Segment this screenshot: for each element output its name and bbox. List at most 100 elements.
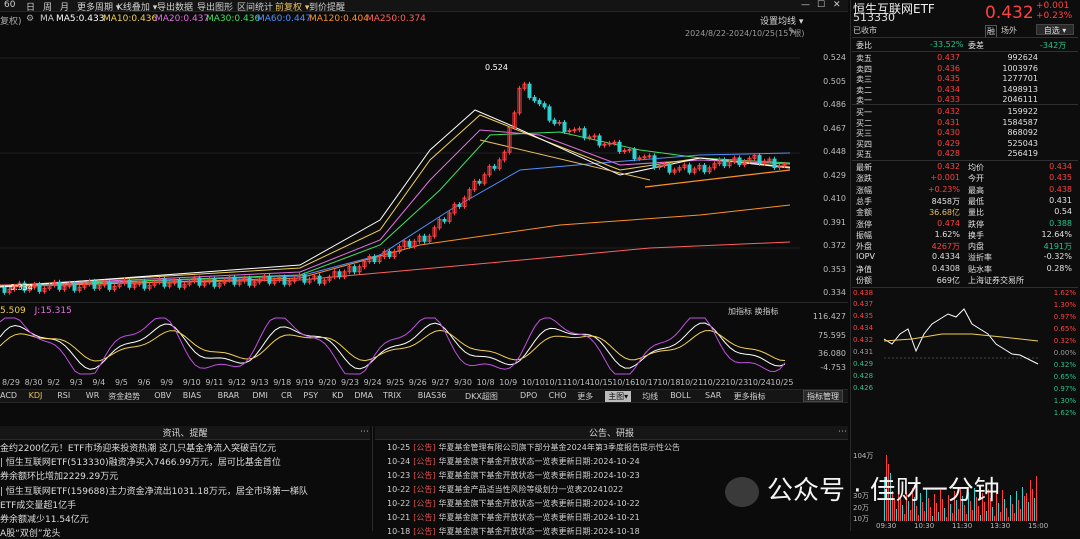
indicator-tab[interactable]: PSY [303, 391, 318, 400]
top-toolbar: 60 日 周 月 更多周期 ▾ K线叠加 ▾ 导出数据 导出图形 区间统计 前复… [0, 0, 848, 13]
bid-row[interactable]: 买二 0.431 1584587 [856, 118, 1076, 128]
intraday-price-tick: 0.434 [853, 324, 874, 332]
intraday-price-tick: 0.432 [853, 336, 874, 344]
announcement-item[interactable]: 10-21 [公告] 华夏基金旗下基金开放状态一览表更新日期:2024-10-21 [387, 512, 842, 523]
ask-row[interactable]: 卖三 0.435 1277701 [856, 74, 1076, 84]
export-data-button[interactable]: 导出数据 [157, 0, 193, 13]
announcement-item[interactable]: 10-18 [公告] 华夏基金旗下基金开放状态一览表更新日期:2024-10-18 [387, 526, 842, 537]
export-chart-button[interactable]: 导出图形 [197, 0, 233, 13]
bid-row[interactable]: 买五 0.428 256419 [856, 149, 1076, 159]
minimize-icon[interactable]: — [801, 0, 810, 10]
bid-row[interactable]: 买三 0.430 868092 [856, 128, 1076, 138]
news-item[interactable]: 券余额减少11.54亿元 [0, 512, 368, 525]
range-stats-button[interactable]: 区间统计 [237, 0, 273, 13]
gear-icon[interactable]: ⚙ [26, 14, 34, 24]
indicator-management-button[interactable]: 指标管理 [803, 390, 843, 402]
news-item[interactable]: 金约2200亿元！ETF市场迎来投资热潮 这几只基金净流入突破百亿元 [0, 441, 368, 454]
add-watchlist-button[interactable]: 自选 ▾ [1036, 24, 1074, 35]
more-periods-menu[interactable]: 更多周期 ▾ [77, 0, 120, 13]
candlestick-chart[interactable]: 0.524 0.334 [0, 40, 848, 300]
announcement-date: 10-24 [387, 457, 411, 466]
stat-row: 涨跌 +0.001 今开 0.435 [856, 173, 1076, 183]
maximize-icon[interactable]: ☐ [817, 0, 825, 10]
forward-adjust-menu[interactable]: 前复权 ▾ [275, 0, 309, 13]
stat-label: 份额 [856, 276, 872, 285]
price-alert-button[interactable]: 到价提醒 [309, 0, 345, 13]
indicator-tab[interactable]: SAR [705, 391, 721, 400]
period-60[interactable]: 60 [4, 0, 15, 10]
indicator-tab[interactable]: 更多指标 [734, 391, 766, 402]
news-more-icon[interactable]: ⋯ [360, 427, 369, 437]
news-title: 资讯、提醒 [162, 429, 208, 439]
indicator-tab[interactable]: OBV [154, 391, 171, 400]
indicator-tab[interactable]: DPO [520, 391, 537, 400]
indicator-tab[interactable]: 更多 [577, 391, 593, 402]
announcement-item[interactable]: 10-24 [公告] 华夏基金旗下基金开放状态一览表更新日期:2024-10-24 [387, 456, 842, 467]
news-item[interactable]: A股“双创”龙头 [0, 526, 368, 539]
date-tick: 9/25 [386, 378, 405, 387]
ask-row[interactable]: 卖五 0.437 992624 [856, 53, 1076, 63]
candle [267, 275, 272, 284]
stat-value: 0.474 [937, 218, 960, 228]
indicator-tab[interactable]: BIAS [183, 391, 201, 400]
indicator-tab[interactable]: BOLL [670, 391, 691, 400]
indicator-tab[interactable]: DMA [354, 391, 373, 400]
indicator-tab[interactable]: 均线 [642, 391, 658, 402]
ask-row[interactable]: 卖四 0.436 1003976 [856, 64, 1076, 74]
indicator-tab[interactable]: RSI [57, 391, 70, 400]
intraday-pct-tick: 0.97% [1053, 385, 1076, 393]
indicator-tab[interactable]: BRAR [218, 391, 240, 400]
volume-bar [972, 510, 973, 521]
stat-value: 0.431 [1049, 195, 1072, 205]
stat-label: 最高 [968, 185, 984, 195]
indicator-tab[interactable]: BIAS36 [418, 391, 447, 400]
indicator-tab[interactable]: 主图▾ [605, 391, 632, 402]
kdj-tick: 36.080 [818, 349, 846, 358]
book-volume: 525043 [1007, 138, 1038, 148]
candle [302, 274, 307, 283]
indicator-tab[interactable]: CR [281, 391, 292, 400]
close-icon[interactable]: ✕ [833, 0, 841, 10]
indicator-tab[interactable]: KD [332, 391, 343, 400]
volume-bar [910, 510, 911, 521]
indicator-tab[interactable]: 资金趋势 [108, 391, 140, 402]
indicator-tab[interactable]: CHO [549, 391, 567, 400]
book-label: 卖五 [856, 54, 872, 63]
indicator-tab[interactable]: DKX超图 [465, 391, 498, 402]
period-week[interactable]: 周 [43, 0, 52, 13]
indicator-tab[interactable]: TRIX [383, 391, 401, 400]
intraday-pct-tick: 0.32% [1053, 337, 1076, 345]
period-month[interactable]: 月 [60, 0, 69, 13]
bid-row[interactable]: 买一 0.432 159922 [856, 107, 1076, 117]
candle [757, 155, 762, 164]
candle [637, 157, 642, 160]
book-price: 0.433 [937, 95, 960, 104]
stat-value: 36.68亿 [929, 208, 960, 218]
candle [602, 143, 607, 146]
indicator-tab[interactable]: WR [86, 391, 99, 400]
news-item[interactable]: | 恒生互联网ETF(513330)融资净买入7466.99万元，居可比基金首位 [0, 455, 368, 468]
candle [537, 100, 542, 105]
pin-icon[interactable]: ✎ [788, 27, 796, 37]
date-tick: 10/16 [612, 378, 636, 387]
announcement-text: 华夏基金产品适当性风险等级划分一览表20241022 [438, 485, 624, 494]
kline-overlay-menu[interactable]: K线叠加 ▾ [117, 0, 157, 13]
news-item[interactable]: | 恒生互联网ETF(159688)主力资金净流出1031.18万元，居全市场第… [0, 484, 368, 497]
intraday-pct-tick: 1.30% [1053, 301, 1076, 309]
indicator-tab[interactable]: ACD [0, 391, 17, 400]
announcement-more-icon[interactable]: ⋯ [838, 427, 847, 437]
announcement-item[interactable]: 10-25 [公告] 华夏基金管理有限公司旗下部分基金2024年第3季度报告提示性公… [387, 442, 842, 453]
stat-label: 上海证券交易所 [968, 276, 1024, 285]
candle [572, 129, 577, 132]
ma120-value: MA120:0.404 [309, 14, 369, 24]
candle [387, 250, 392, 258]
otc-label[interactable]: 场外 [1001, 25, 1017, 36]
ma-settings-button[interactable]: 设置均线 ▾ [760, 14, 803, 27]
news-item[interactable]: 券余额环比增加2229.29万元 [0, 469, 368, 482]
period-day[interactable]: 日 [26, 0, 35, 13]
bid-row[interactable]: 买四 0.429 525043 [856, 139, 1076, 149]
ask-row[interactable]: 卖二 0.434 1498913 [856, 85, 1076, 95]
indicator-tab[interactable]: DMI [252, 391, 267, 400]
indicator-tab[interactable]: KDJ [29, 391, 43, 400]
news-item[interactable]: ETF成交量超1亿手 [0, 498, 368, 511]
